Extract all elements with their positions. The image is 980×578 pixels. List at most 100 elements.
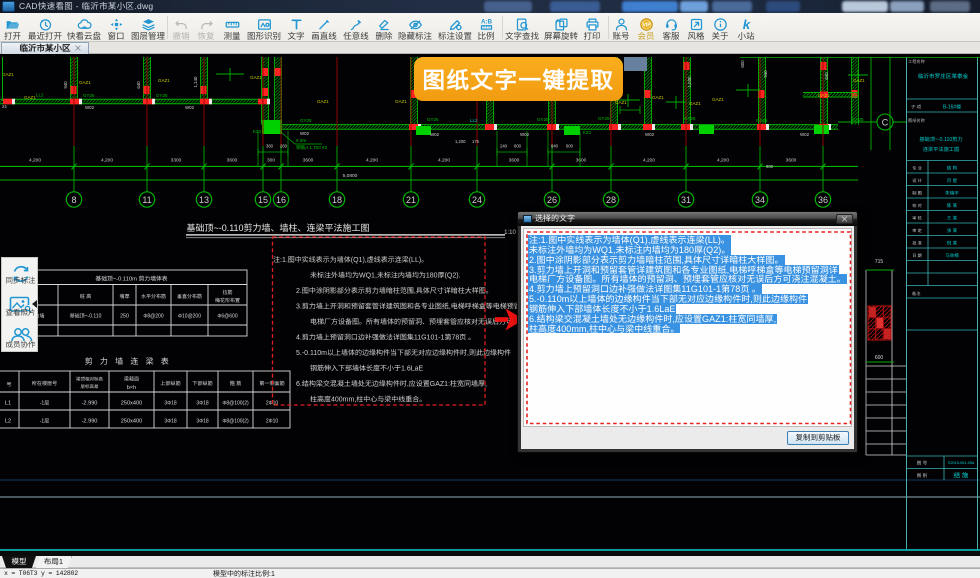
- svg-text:250x400: 250x400: [121, 419, 142, 425]
- svg-text:5.-0.110m以上墙体的边缘构件当下部无对应边缘构件时,: 5.-0.110m以上墙体的边缘构件当下部无对应边缘构件时,则此边缘构件: [296, 348, 511, 358]
- svg-text:C: C: [882, 118, 889, 128]
- svg-text:GY25: GY25: [300, 118, 312, 124]
- svg-text:W02: W02: [185, 105, 195, 110]
- svg-text:GAZ1: GAZ1: [250, 75, 262, 81]
- svg-text:26: 26: [547, 195, 557, 205]
- svg-text:3Φ18: 3Φ18: [164, 400, 177, 407]
- svg-text:图 号: 图 号: [917, 461, 928, 467]
- svg-text:B-16#楼: B-16#楼: [943, 104, 961, 111]
- svg-text:GAZ1: GAZ1: [652, 95, 664, 101]
- svg-text:图 别: 图 别: [917, 473, 928, 479]
- svg-text:GAZ1: GAZ1: [853, 78, 865, 84]
- svg-text:GAZ1: GAZ1: [79, 80, 91, 86]
- svg-text:GAZ1: GAZ1: [689, 101, 701, 107]
- svg-text:W02: W02: [520, 132, 530, 137]
- svg-text:GY25: GY25: [537, 117, 549, 123]
- svg-text:Φ8@100(2): Φ8@100(2): [222, 400, 249, 407]
- svg-text:墙厚: 墙厚: [119, 293, 129, 300]
- svg-text:基础顶~-0.110剪力墙、墙柱、连梁平法施工图: 基础顶~-0.110剪力墙、墙柱、连梁平法施工图: [186, 221, 369, 234]
- svg-text:工程名称: 工程名称: [908, 59, 925, 65]
- svg-text:600: 600: [514, 144, 522, 149]
- svg-text:W02: W02: [645, 132, 655, 137]
- svg-text:Φ8@200: Φ8@200: [143, 313, 163, 320]
- svg-text:300: 300: [267, 158, 275, 164]
- svg-text:28: 28: [606, 195, 616, 205]
- svg-text:拉筋: 拉筋: [222, 289, 232, 296]
- svg-text:GY25: GY25: [427, 117, 439, 123]
- svg-text:W02: W02: [800, 132, 810, 137]
- svg-text:GY25: GY25: [156, 93, 168, 99]
- svg-text:审 定: 审 定: [912, 228, 922, 234]
- svg-text:基础顶~-0.110: 基础顶~-0.110: [70, 313, 102, 320]
- svg-text:剪 力 墙 连 梁 表: 剪 力 墙 连 梁 表: [85, 356, 172, 367]
- svg-text:1,140: 1,140: [193, 76, 199, 88]
- svg-text:GY25: GY25: [83, 93, 95, 99]
- svg-text:备注: 备注: [912, 291, 921, 297]
- svg-text:GY25: GY25: [756, 118, 768, 124]
- svg-text:GAZ1: GAZ1: [712, 97, 724, 103]
- svg-text:3300: 3300: [171, 158, 182, 164]
- svg-text:Φ8@100(2): Φ8@100(2): [222, 418, 249, 425]
- svg-text:子 项: 子 项: [911, 105, 922, 111]
- svg-text:箍 筋: 箍 筋: [230, 380, 242, 387]
- svg-text:GY25: GY25: [684, 116, 696, 122]
- svg-text:所在楼层号: 所在楼层号: [32, 380, 57, 387]
- svg-text:240: 240: [500, 144, 508, 149]
- svg-text:715: 715: [875, 259, 884, 265]
- svg-text:175: 175: [472, 139, 480, 144]
- svg-text:日 期: 日 期: [912, 253, 922, 259]
- svg-text:940: 940: [763, 70, 769, 78]
- svg-text:3600: 3600: [509, 158, 520, 164]
- svg-text:张 某: 张 某: [947, 228, 958, 234]
- svg-text:4,200: 4,200: [438, 158, 450, 164]
- svg-text:31: 31: [681, 195, 691, 205]
- svg-text:3Φ18: 3Φ18: [196, 418, 209, 425]
- svg-text:21: 21: [406, 195, 416, 205]
- svg-text:制 图: 制 图: [912, 191, 922, 197]
- svg-text:LL2: LL2: [470, 118, 478, 124]
- svg-text:S2015-061-05a: S2015-061-05a: [948, 461, 975, 465]
- svg-text:840: 840: [551, 144, 559, 149]
- svg-text:24: 24: [472, 195, 482, 205]
- svg-text:250x400: 250x400: [121, 401, 142, 407]
- svg-text:W02: W02: [85, 105, 95, 110]
- svg-text:未标注外墙均为WQ1,未标注内墙均为180厚(Q2).: 未标注外墙均为WQ1,未标注内墙均为180厚(Q2).: [310, 271, 461, 281]
- svg-text:水平分布筋: 水平分布筋: [141, 293, 166, 300]
- svg-text:GY25: GY25: [598, 116, 610, 122]
- svg-text:4.剪力墙上预留洞口边补强做法详图集11G101-1第78页: 4.剪力墙上预留洞口边补强做法详图集11G101-1第78页 。: [296, 333, 475, 343]
- svg-text:1,090: 1,090: [687, 76, 693, 88]
- svg-text:640: 640: [136, 81, 142, 89]
- svg-text:设 计: 设 计: [912, 178, 922, 184]
- svg-text:桩 高: 桩 高: [80, 293, 92, 300]
- svg-text:上部纵筋: 上部纵筋: [160, 380, 180, 387]
- svg-text:940: 940: [63, 81, 69, 89]
- svg-text:360: 360: [266, 144, 274, 149]
- svg-text:-2.990: -2.990: [82, 419, 98, 425]
- svg-text:2.图中涂阴影部分表示剪力墙暗柱范围,具体尺寸详暗柱大样图。: 2.图中涂阴影部分表示剪力墙暗柱范围,具体尺寸详暗柱大样图。: [296, 286, 493, 296]
- svg-text:15: 15: [258, 195, 268, 205]
- svg-text:GAZ1: GAZ1: [158, 78, 170, 84]
- svg-text:朱瑞平: 朱瑞平: [945, 191, 959, 197]
- svg-text:专 业: 专 业: [912, 166, 922, 172]
- svg-text:GY25: GY25: [852, 117, 864, 123]
- svg-text:16: 16: [276, 195, 286, 205]
- svg-text:5,0800: 5,0800: [343, 173, 358, 179]
- svg-text:640: 640: [824, 72, 830, 80]
- svg-text:K23: K23: [253, 129, 262, 135]
- svg-text:L2: L2: [5, 419, 11, 425]
- svg-text:3Φ18: 3Φ18: [196, 400, 209, 407]
- svg-text:GAZ1: GAZ1: [2, 72, 14, 78]
- svg-text:GAZ1: GAZ1: [395, 99, 407, 105]
- svg-text:260: 260: [280, 144, 288, 149]
- svg-text:倪 某: 倪 某: [947, 241, 958, 247]
- svg-text:梁顶相对标高: 梁顶相对标高: [76, 377, 103, 383]
- svg-text:4,200: 4,200: [717, 158, 729, 164]
- svg-text:下部纵筋: 下部纵筋: [192, 380, 212, 387]
- svg-text:GAZ1: GAZ1: [615, 100, 627, 106]
- svg-text:A:B: A:B: [480, 18, 492, 25]
- svg-text:3600: 3600: [786, 158, 797, 164]
- svg-text:6.结构梁交混凝土墙处无边缘构件时,应设置GAZ1:柱宽同墙: 6.结构梁交混凝土墙处无边缘构件时,应设置GAZ1:柱宽同墙厚,: [296, 379, 487, 389]
- svg-text:250: 250: [120, 314, 129, 320]
- svg-text:GAZ1: GAZ1: [317, 99, 329, 105]
- svg-text:垂直分布筋: 垂直分布筋: [177, 293, 202, 300]
